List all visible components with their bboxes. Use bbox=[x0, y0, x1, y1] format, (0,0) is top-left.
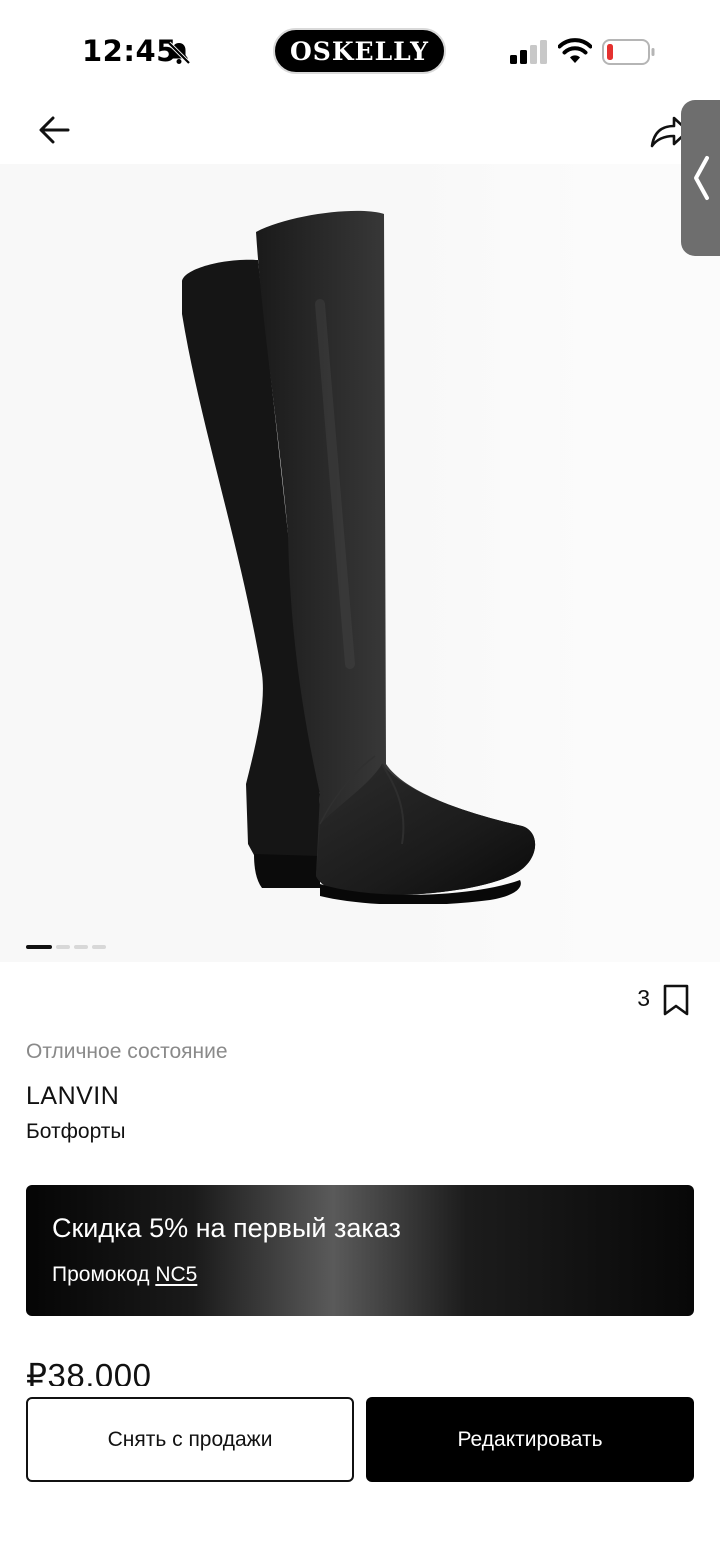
cellular-signal-icon bbox=[510, 40, 547, 64]
product-brand[interactable]: LANVIN bbox=[26, 1082, 119, 1111]
status-bar: 12:45 OSKELLY bbox=[0, 0, 720, 100]
gallery-pagination bbox=[26, 945, 106, 949]
app-pill[interactable]: OSKELLY bbox=[273, 28, 446, 74]
gallery-dot[interactable] bbox=[74, 945, 88, 949]
gallery-dot[interactable] bbox=[92, 945, 106, 949]
back-button[interactable] bbox=[30, 106, 78, 154]
bottom-action-bar: Снять с продажи Редактировать bbox=[0, 1386, 720, 1564]
bell-off-icon bbox=[167, 41, 191, 65]
top-bar bbox=[0, 100, 720, 164]
status-time: 12:45 bbox=[82, 34, 177, 68]
favorites-count: 3 bbox=[637, 985, 650, 1011]
promo-code-row: Промокод NC5 bbox=[52, 1263, 197, 1287]
edit-button[interactable]: Редактировать bbox=[366, 1397, 694, 1482]
battery-low-icon bbox=[602, 39, 655, 65]
side-panel-handle[interactable] bbox=[681, 100, 720, 256]
promo-banner[interactable]: Скидка 5% на первый заказ Промокод NC5 bbox=[26, 1185, 694, 1316]
product-image-boot bbox=[182, 210, 536, 904]
app-pill-label: OSKELLY bbox=[289, 36, 430, 66]
edit-label: Редактировать bbox=[457, 1427, 603, 1451]
bookmark-icon[interactable] bbox=[662, 984, 690, 1016]
wifi-icon bbox=[558, 38, 592, 63]
product-gallery[interactable] bbox=[0, 164, 720, 962]
arrow-left-icon bbox=[39, 116, 70, 144]
product-category: Ботфорты bbox=[26, 1120, 126, 1143]
remove-from-sale-label: Снять с продажи bbox=[107, 1427, 273, 1451]
remove-from-sale-button[interactable]: Снять с продажи bbox=[26, 1397, 354, 1482]
promo-code-label: Промокод bbox=[52, 1263, 150, 1286]
promo-code[interactable]: NC5 bbox=[155, 1263, 197, 1286]
promo-title: Скидка 5% на первый заказ bbox=[52, 1213, 401, 1243]
gallery-dot-active[interactable] bbox=[26, 945, 52, 949]
gallery-dot[interactable] bbox=[56, 945, 70, 949]
product-condition: Отличное состояние bbox=[26, 1040, 228, 1063]
chevron-left-icon bbox=[694, 156, 709, 200]
